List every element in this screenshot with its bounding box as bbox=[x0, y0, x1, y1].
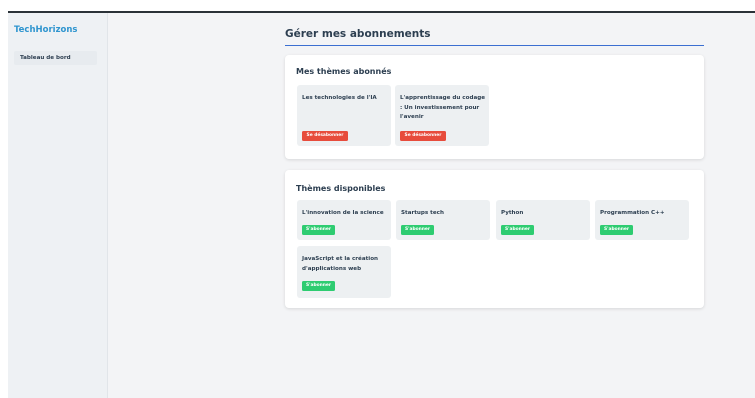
sidebar-item-dashboard[interactable]: Tableau de bord bbox=[14, 51, 97, 65]
theme-card: JavaScript et la création d'applications… bbox=[297, 246, 391, 298]
page-title: Gérer mes abonnements bbox=[285, 28, 431, 40]
theme-name: Startups tech bbox=[401, 210, 444, 216]
theme-name: L'innovation de la science bbox=[302, 210, 384, 216]
theme-card: Les technologies de l'IA Se désabonner bbox=[297, 85, 391, 146]
theme-name: L'apprentissage du codage : Un investiss… bbox=[400, 95, 486, 121]
section-title-available: Thèmes disponibles bbox=[296, 184, 386, 193]
available-themes-panel: Thèmes disponibles L'innovation de la sc… bbox=[285, 170, 704, 308]
theme-card: Python S'abonner bbox=[496, 200, 590, 240]
subscribe-button[interactable]: S'abonner bbox=[302, 281, 335, 291]
theme-card: L'apprentissage du codage : Un investiss… bbox=[395, 85, 489, 146]
app-window: TechHorizons Tableau de bord Gérer mes a… bbox=[8, 11, 755, 398]
theme-name: Programmation C++ bbox=[600, 210, 665, 216]
theme-card: L'innovation de la science S'abonner bbox=[297, 200, 391, 240]
subscribe-button[interactable]: S'abonner bbox=[501, 225, 534, 235]
unsubscribe-button[interactable]: Se désabonner bbox=[400, 131, 446, 141]
subscribe-button[interactable]: S'abonner bbox=[302, 225, 335, 235]
theme-card: Startups tech S'abonner bbox=[396, 200, 490, 240]
unsubscribe-button[interactable]: Se désabonner bbox=[302, 131, 348, 141]
theme-name: Python bbox=[501, 210, 524, 216]
brand-logo[interactable]: TechHorizons bbox=[14, 25, 77, 35]
title-divider bbox=[285, 45, 704, 46]
subscribed-themes-panel: Mes thèmes abonnés Les technologies de l… bbox=[285, 55, 704, 159]
theme-name: Les technologies de l'IA bbox=[302, 95, 377, 101]
theme-name: JavaScript et la création d'applications… bbox=[302, 256, 379, 272]
sidebar: TechHorizons Tableau de bord bbox=[8, 13, 108, 398]
subscribe-button[interactable]: S'abonner bbox=[600, 225, 633, 235]
theme-card: Programmation C++ S'abonner bbox=[595, 200, 689, 240]
section-title-subscribed: Mes thèmes abonnés bbox=[296, 67, 392, 76]
subscribe-button[interactable]: S'abonner bbox=[401, 225, 434, 235]
